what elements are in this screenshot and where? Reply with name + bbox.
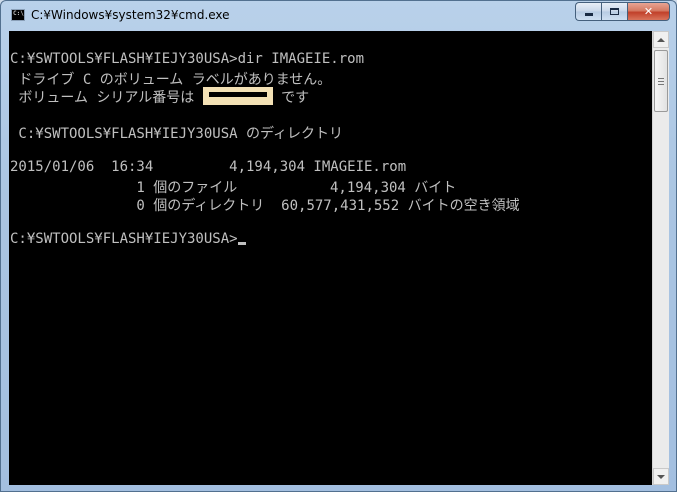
- text-cursor: [237, 242, 246, 245]
- console-line: 0 個のディレクトリ 60,577,431,552 バイトの空き領域: [10, 198, 520, 214]
- scroll-thumb[interactable]: [654, 50, 668, 112]
- cmd-window: C:\ C:¥Windows¥system32¥cmd.exe ✕ C:¥SWT…: [0, 0, 677, 492]
- console-prompt-line: C:¥SWTOOLS¥FLASH¥IEJY30USA>: [10, 231, 246, 249]
- vertical-scrollbar[interactable]: [652, 31, 669, 485]
- grip-line: [658, 81, 664, 82]
- window-controls: ✕: [575, 2, 670, 21]
- console-line: 1 個のファイル 4,194,304 バイト: [10, 180, 457, 196]
- grip-line: [658, 84, 664, 85]
- grip-line: [658, 78, 664, 79]
- scroll-down-button[interactable]: [653, 468, 669, 485]
- down-arrow-icon: [657, 474, 665, 479]
- maximize-button[interactable]: [601, 2, 627, 21]
- serial-suffix: です: [272, 90, 310, 106]
- title-bar[interactable]: C:\ C:¥Windows¥system32¥cmd.exe ✕: [1, 1, 676, 31]
- minimize-button[interactable]: [575, 2, 601, 21]
- console-line: ドライブ C のボリューム ラベルがありません。: [10, 72, 332, 88]
- console-line: C:¥SWTOOLS¥FLASH¥IEJY30USA のディレクトリ: [10, 126, 344, 142]
- close-button[interactable]: ✕: [627, 2, 670, 21]
- cmd-icon[interactable]: C:\: [11, 9, 25, 21]
- maximize-icon: [610, 8, 619, 15]
- close-icon: ✕: [643, 5, 654, 18]
- console-line: C:¥SWTOOLS¥FLASH¥IEJY30USA>dir IMAGEIE.r…: [10, 51, 365, 67]
- window-title: C:¥Windows¥system32¥cmd.exe: [31, 8, 230, 22]
- minimize-icon: [584, 13, 593, 16]
- prompt: C:¥SWTOOLS¥FLASH¥IEJY30USA>: [10, 231, 238, 247]
- up-arrow-icon: [657, 37, 665, 42]
- serial-number-redacted: [202, 87, 273, 105]
- window-frame-bottom: [1, 485, 676, 491]
- console-line-serial: ボリューム シリアル番号は です: [10, 87, 310, 106]
- console-line: 2015/01/06 16:34 4,194,304 IMAGEIE.rom: [10, 159, 407, 175]
- serial-label: ボリューム シリアル番号は: [10, 90, 203, 106]
- scroll-up-button[interactable]: [653, 31, 669, 48]
- console-output[interactable]: C:¥SWTOOLS¥FLASH¥IEJY30USA>dir IMAGEIE.r…: [9, 31, 652, 485]
